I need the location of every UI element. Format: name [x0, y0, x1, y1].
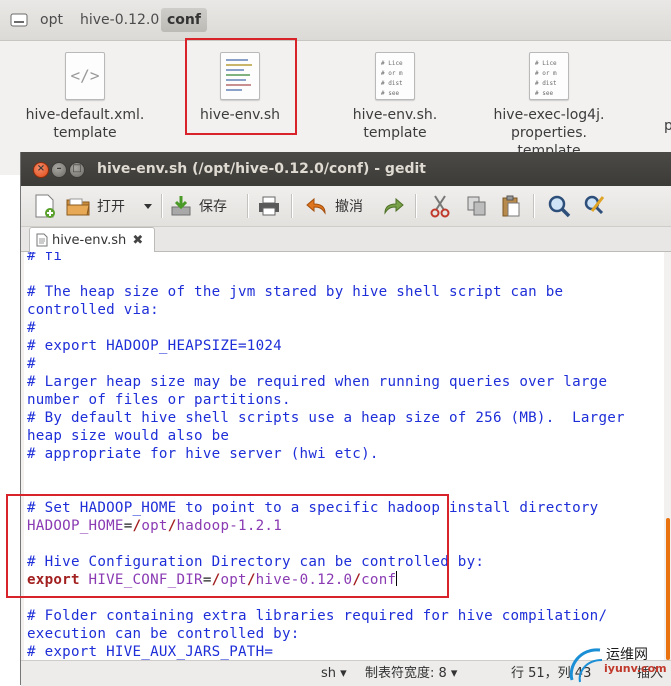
document-icon [36, 233, 48, 247]
dropdown-arrow-icon [144, 204, 152, 209]
undo-button[interactable]: 撤消 [305, 192, 363, 220]
copy-button[interactable] [465, 192, 489, 220]
breadcrumb: opt hive-0.12.0 conf [0, 0, 671, 41]
undo-label: 撤消 [335, 199, 363, 215]
code-token: controlled via: [27, 302, 159, 318]
watermark-text: 运维网 [606, 647, 648, 663]
cut-button[interactable] [429, 192, 451, 220]
code-line[interactable]: heap size would also be [27, 427, 229, 445]
code-token: # fi [27, 252, 63, 264]
code-token: execution can be controlled by: [27, 626, 300, 642]
minimize-window-button[interactable]: – [51, 162, 67, 178]
code-token: # By default hive shell scripts use a he… [27, 410, 625, 426]
window-title: hive-env.sh (/opt/hive-0.12.0/conf) - ge… [97, 161, 426, 177]
code-line[interactable]: # Larger heap size may be required when … [27, 373, 607, 391]
open-folder-icon [66, 198, 90, 216]
highlight-box-file [185, 38, 297, 135]
close-tab-icon[interactable]: ✖ [132, 233, 143, 248]
code-token: # Folder containing extra libraries requ… [27, 608, 608, 624]
redo-button[interactable] [381, 192, 405, 220]
save-label: 保存 [199, 199, 227, 215]
license-file-icon: # Lice # or m # dist # see [529, 52, 569, 100]
cut-off-file-label: p [664, 118, 671, 134]
watermark-url: iyunv.com [604, 662, 667, 675]
code-line[interactable]: number of files or partitions. [27, 391, 291, 409]
text-editor[interactable]: # fi # The heap size of the jvm stared by… [24, 252, 664, 660]
xml-file-icon: </> [65, 52, 105, 100]
code-line[interactable]: execution can be controlled by: [27, 625, 300, 643]
code-token: # export HIVE_AUX_JARS_PATH= [27, 644, 274, 660]
copy-icon [467, 196, 486, 216]
recent-files-dropdown[interactable] [143, 192, 153, 220]
code-line[interactable]: controlled via: [27, 301, 159, 319]
file-label: hive-env.sh. template [352, 107, 438, 141]
language-selector[interactable]: sh ▾ [321, 661, 347, 686]
breadcrumb-hive[interactable]: hive-0.12.0 [74, 8, 165, 32]
drive-icon[interactable] [8, 10, 30, 30]
open-button[interactable]: 打开 [65, 192, 125, 220]
undo-icon [306, 197, 326, 215]
code-token: # The heap size of the jvm stared by hiv… [27, 284, 564, 300]
toolbar: 打开 保存 撤消 [21, 186, 671, 227]
close-window-button[interactable]: × [33, 162, 49, 178]
code-line[interactable]: # fi [27, 252, 62, 265]
tab-width-selector[interactable]: 制表符宽度: 8 ▾ [365, 661, 457, 686]
file-hive-default-xml-template[interactable]: </> hive-default.xml. template [25, 52, 145, 142]
license-file-icon: # Lice # or m # dist # see [375, 52, 415, 100]
search-icon [548, 195, 571, 218]
code-token: # appropriate for hive server (hwi etc). [27, 446, 379, 462]
breadcrumb-opt[interactable]: opt [34, 8, 69, 32]
vertical-scrollbar[interactable] [666, 518, 670, 660]
code-line[interactable]: # appropriate for hive server (hwi etc). [27, 445, 379, 463]
watermark-logo: 运维网 iyunv.com [566, 642, 671, 685]
code-token: # export HADOOP_HEAPSIZE=1024 [27, 338, 282, 354]
highlight-box-config [6, 494, 449, 598]
print-button[interactable] [257, 192, 281, 220]
breadcrumb-conf[interactable]: conf [161, 8, 207, 32]
tab-hive-env-sh[interactable]: hive-env.sh ✖ [29, 227, 155, 252]
title-bar[interactable]: × – □ hive-env.sh (/opt/hive-0.12.0/conf… [21, 152, 671, 186]
tab-label: hive-env.sh [52, 232, 127, 248]
code-line[interactable]: # Folder containing extra libraries requ… [27, 607, 607, 625]
code-token: # [27, 320, 36, 336]
gedit-window: × – □ hive-env.sh (/opt/hive-0.12.0/conf… [20, 152, 671, 686]
file-label: hive-default.xml. template [25, 107, 145, 141]
file-manager-window: opt hive-0.12.0 conf </> hive-default.xm… [0, 0, 671, 175]
code-line[interactable]: # The heap size of the jvm stared by hiv… [27, 283, 563, 301]
save-icon [171, 196, 191, 216]
tab-bar: hive-env.sh ✖ [21, 227, 671, 252]
code-token: # [27, 356, 36, 372]
find-replace-icon [584, 195, 605, 215]
maximize-window-button[interactable]: □ [69, 162, 85, 178]
file-hive-env-sh-template[interactable]: # Lice # or m # dist # see hive-env.sh. tem… [335, 52, 455, 142]
search-button[interactable] [547, 192, 571, 220]
code-token: heap size would also be [27, 428, 230, 444]
open-label: 打开 [97, 199, 125, 215]
code-token: number of files or partitions. [27, 392, 291, 408]
code-token: # Larger heap size may be required when … [27, 374, 608, 390]
code-line[interactable]: # export HIVE_AUX_JARS_PATH= [27, 643, 273, 660]
paste-icon [502, 195, 520, 217]
code-line[interactable]: # [27, 355, 36, 373]
paste-button[interactable] [499, 192, 523, 220]
code-line[interactable]: # By default hive shell scripts use a he… [27, 409, 625, 427]
save-button[interactable]: 保存 [169, 192, 227, 220]
code-line[interactable]: # [27, 319, 36, 337]
new-file-icon [35, 194, 55, 218]
print-icon [259, 196, 279, 216]
new-file-button[interactable] [33, 192, 57, 220]
code-line[interactable]: # export HADOOP_HEAPSIZE=1024 [27, 337, 282, 355]
replace-button[interactable] [583, 192, 607, 220]
scissors-icon [430, 195, 450, 218]
redo-icon [384, 197, 404, 215]
file-hive-exec-log4j-template[interactable]: # Lice # or m # dist # see hive-exec-log4j.… [489, 52, 609, 160]
